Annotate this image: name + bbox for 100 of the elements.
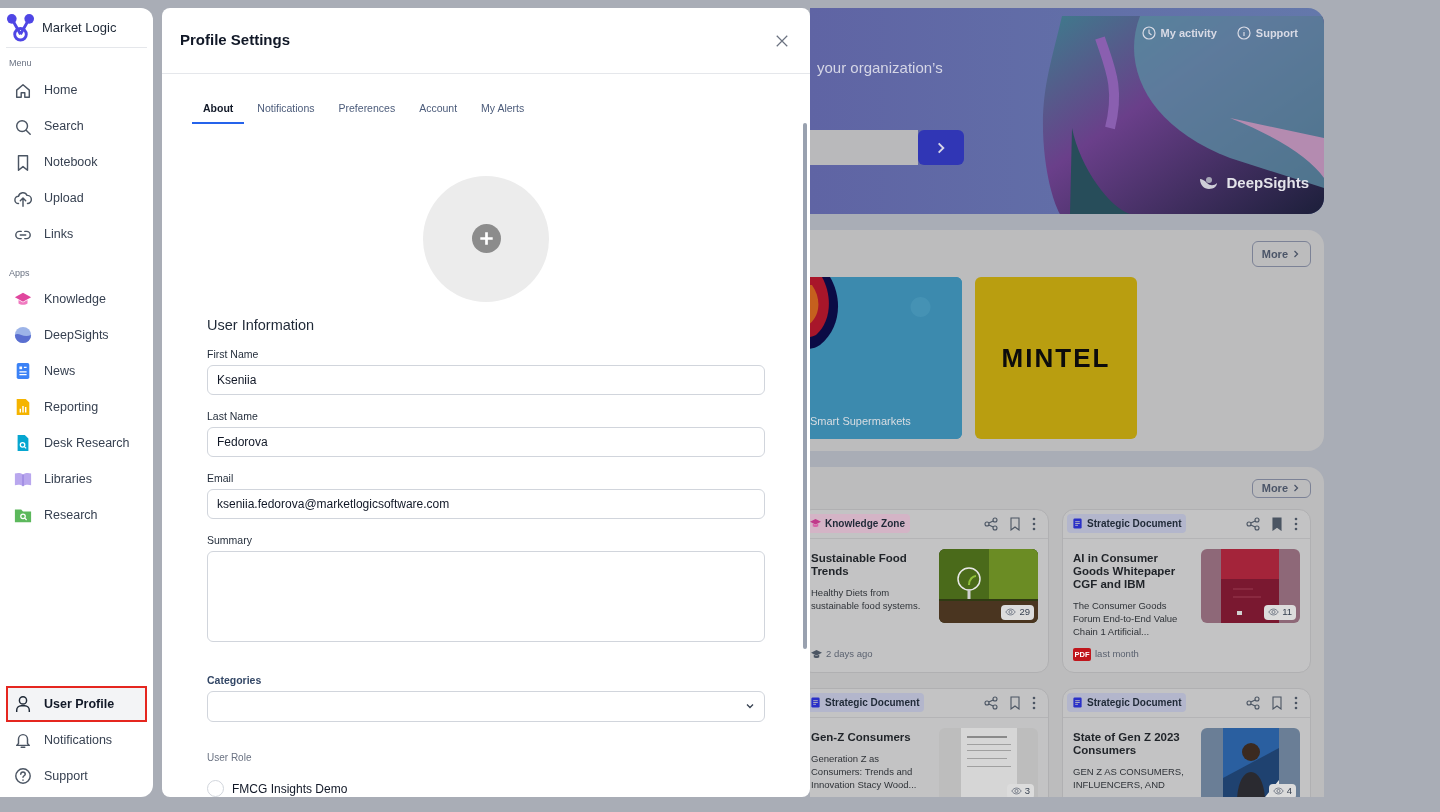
tile-caption: Smart Supermarkets (810, 413, 911, 429)
more-icon[interactable] (1294, 516, 1298, 531)
field-label: Categories (207, 672, 263, 688)
field-label: User Role (207, 750, 253, 765)
tile[interactable]: MINTEL (975, 277, 1137, 439)
sidebar-item[interactable]: Notifications (6, 722, 147, 758)
eye-icon (1010, 787, 1022, 795)
bell-icon (14, 731, 32, 749)
scrollbar-thumb[interactable] (803, 123, 807, 649)
logo-icon (1198, 174, 1219, 191)
submit-button[interactable] (918, 130, 964, 165)
close-icon (775, 33, 789, 48)
radio-option[interactable]: FMCG Insights Demo (207, 779, 765, 797)
sidebar-item[interactable]: DeepSights (6, 317, 147, 353)
card-description: Generation Z as Consumers: Trends and Innovation Stacy Wood... (811, 751, 918, 791)
more-button[interactable]: More (1251, 241, 1311, 267)
bookmark-icon[interactable] (1271, 516, 1283, 531)
eye-icon (1005, 608, 1017, 616)
sidebar-item[interactable]: Upload (6, 180, 147, 217)
brand-name: Market Logic (42, 18, 117, 37)
info-icon (1236, 26, 1251, 41)
card-date: 2 days ago (826, 647, 873, 662)
help-icon (14, 767, 32, 785)
field-label: Email (207, 470, 235, 486)
tab[interactable]: Preferences (327, 101, 407, 124)
sidebar-item[interactable]: Libraries (6, 461, 147, 497)
share-icon[interactable] (984, 695, 998, 710)
sidebar-item[interactable]: Home (6, 72, 147, 109)
document-icon (1072, 697, 1083, 708)
content-card[interactable]: Knowledge Zone Sustainable Food Trends Healthy Diets from sustainable food systems. 29 2 days ago (810, 508, 1049, 673)
card-date: last month (1095, 647, 1139, 662)
input-field[interactable]: kseniia.fedorova@marketlogicsoftware.com (207, 488, 765, 519)
eye-icon (1272, 787, 1284, 795)
tile-logo-text: MINTEL (1001, 341, 1111, 375)
graduation-cap-icon (14, 290, 32, 308)
news-icon (14, 362, 32, 380)
hero-subtitle: your organization’s (817, 58, 943, 78)
card-title[interactable]: Sustainable Food Trends (811, 551, 931, 578)
more-icon[interactable] (1294, 695, 1298, 710)
sidebar-item[interactable]: Desk Research (6, 425, 147, 461)
category-tag: Knowledge Zone (810, 514, 910, 533)
more-icon[interactable] (1032, 695, 1036, 710)
eye-icon (1268, 608, 1280, 616)
share-icon[interactable] (984, 516, 998, 531)
home-icon (14, 81, 32, 100)
chevron-right-icon (1291, 483, 1301, 494)
graduation-cap-icon (810, 518, 821, 529)
card-description: Healthy Diets from sustainable food systems. (811, 585, 922, 612)
book-icon (14, 470, 32, 488)
category-tag: Strategic Document (1067, 514, 1187, 533)
card-title[interactable]: Gen-Z Consumers (811, 730, 931, 744)
sidebar-item[interactable]: Search (6, 108, 147, 145)
content-card[interactable]: Strategic Document Gen-Z Consumers Generation Z as Consumers: Trends and Innovation Stacy Wood... 3 (810, 687, 1049, 797)
card-description: The Consumer Goods Forum End-to-End Value Chain 1 Artificial... (1073, 598, 1179, 638)
add-photo-icon[interactable] (471, 224, 501, 254)
tab[interactable]: My Alerts (470, 101, 536, 124)
bookmark-icon[interactable] (1009, 695, 1021, 710)
sidebar-item[interactable]: Notebook (6, 144, 147, 181)
bookmark-icon[interactable] (1009, 516, 1021, 531)
section-heading: User Information (207, 315, 316, 335)
sidebar-item[interactable]: Reporting (6, 389, 147, 425)
upload-icon (14, 189, 32, 208)
search-icon (14, 117, 32, 136)
more-icon[interactable] (1032, 516, 1036, 531)
card-title[interactable]: AI in Consumer Goods Whitepaper CGF and IBM (1073, 551, 1193, 591)
tab[interactable]: Account (408, 101, 469, 124)
sidebar-item[interactable]: User Profile (6, 686, 147, 722)
share-icon[interactable] (1246, 516, 1260, 531)
sidebar-item[interactable]: Research (6, 497, 147, 533)
more-button[interactable]: More (1251, 479, 1311, 498)
sidebar-item[interactable]: Support (6, 758, 147, 794)
chevron-right-icon (1291, 249, 1301, 259)
share-icon[interactable] (1246, 695, 1260, 710)
logo-text: DeepSights (1226, 172, 1309, 193)
wave-logo-icon (14, 326, 32, 344)
sidebar-item[interactable]: Knowledge (6, 281, 147, 317)
modal-title: Profile Settings (180, 30, 291, 51)
card-description: GEN Z AS CONSUMERS, INFLUENCERS, AND (1073, 764, 1185, 791)
input-field[interactable]: Fedorova (207, 426, 765, 457)
content-card[interactable]: Strategic Document State of Gen Z 2023 Consumers GEN Z AS CONSUMERS, INFLUENCERS, AND 4 (1062, 687, 1311, 797)
card-title[interactable]: State of Gen Z 2023 Consumers (1073, 730, 1193, 757)
category-tag: Strategic Document (1067, 693, 1187, 712)
clock-icon (1141, 26, 1156, 41)
logo-icon (6, 13, 35, 42)
sidebar-item[interactable]: Links (6, 216, 147, 253)
bar-chart-icon (14, 398, 32, 416)
user-icon (14, 695, 32, 713)
sidebar-item[interactable]: News (6, 353, 147, 389)
section-label: Apps (8, 266, 31, 280)
bookmark-icon[interactable] (1271, 695, 1283, 710)
field-label: Summary (207, 532, 253, 548)
graduation-cap-icon (811, 648, 822, 660)
section-label: Menu (8, 57, 33, 70)
tab[interactable]: Notifications (246, 101, 326, 124)
field-label: First Name (207, 346, 260, 362)
input-field[interactable]: Kseniia (207, 364, 765, 395)
field-label: Last Name (207, 408, 259, 424)
search-field[interactable] (810, 130, 918, 165)
tab[interactable]: About (192, 101, 245, 124)
category-tag: Strategic Document (810, 693, 925, 712)
